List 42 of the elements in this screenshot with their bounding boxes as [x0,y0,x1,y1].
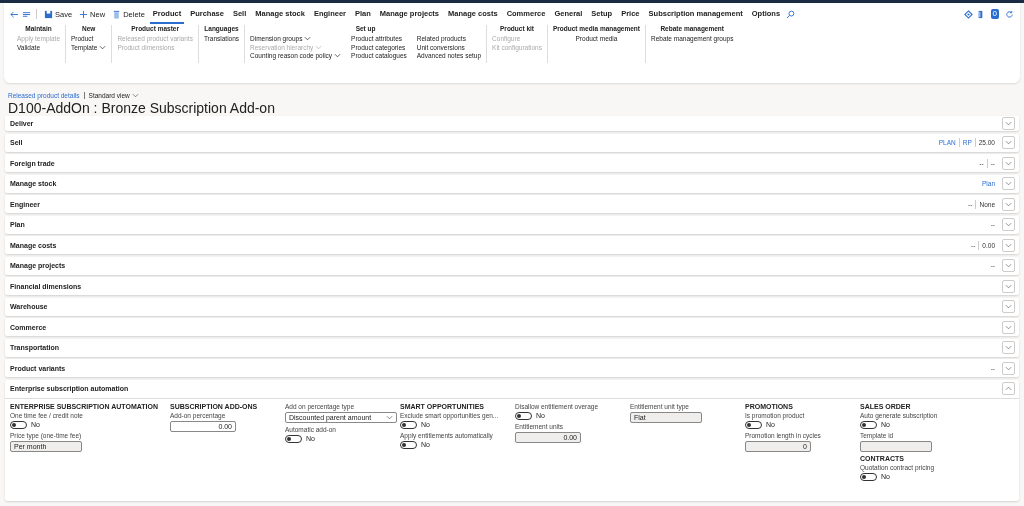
menu-icon[interactable] [22,9,31,19]
chevron-icon [334,53,342,58]
notification-badge[interactable]: 0 [990,9,999,19]
expand-button[interactable] [1002,117,1015,130]
expand-button[interactable] [1002,300,1015,313]
trash-icon [112,9,122,19]
chevron-icon [99,44,107,50]
chevron-icon [1005,304,1012,309]
chevron-icon [1005,365,1012,371]
back-icon[interactable] [10,9,19,19]
expand-button[interactable] [1002,156,1015,170]
chevron-icon [1005,386,1012,391]
expand-button[interactable] [1002,136,1015,149]
expand-button[interactable] [1002,361,1015,375]
diamond-icon[interactable] [963,9,973,19]
chevron-icon [1005,283,1012,289]
chevron-icon [1005,263,1012,268]
expand-button[interactable] [1002,320,1015,334]
chevron-icon [386,414,393,420]
chevron-icon [1005,181,1012,186]
chevron-icon [1005,160,1012,166]
expand-button[interactable] [1002,279,1015,293]
chevron-icon [1005,345,1012,350]
plus-icon [79,9,89,19]
collapse-button[interactable] [1002,382,1015,395]
expand-button[interactable] [1002,259,1015,272]
chevron-icon [1005,140,1012,145]
expand-button[interactable] [1002,197,1015,211]
chevron-icon [1005,222,1012,227]
chevron-icon [1005,121,1012,126]
chevron-icon [131,93,139,98]
expand-button[interactable] [1002,177,1015,190]
search-icon[interactable] [786,9,796,19]
chevron-icon [1005,201,1012,207]
expand-button[interactable] [1002,341,1015,354]
expand-button[interactable] [1002,218,1015,231]
chevron-icon [1005,324,1012,330]
refresh-icon[interactable] [1005,9,1014,19]
page-title: D100-AddOn : Bronze Subscription Add-on [7,100,276,116]
chevron-icon [1005,242,1012,248]
save-icon [44,9,53,19]
expand-button[interactable] [1002,238,1015,252]
